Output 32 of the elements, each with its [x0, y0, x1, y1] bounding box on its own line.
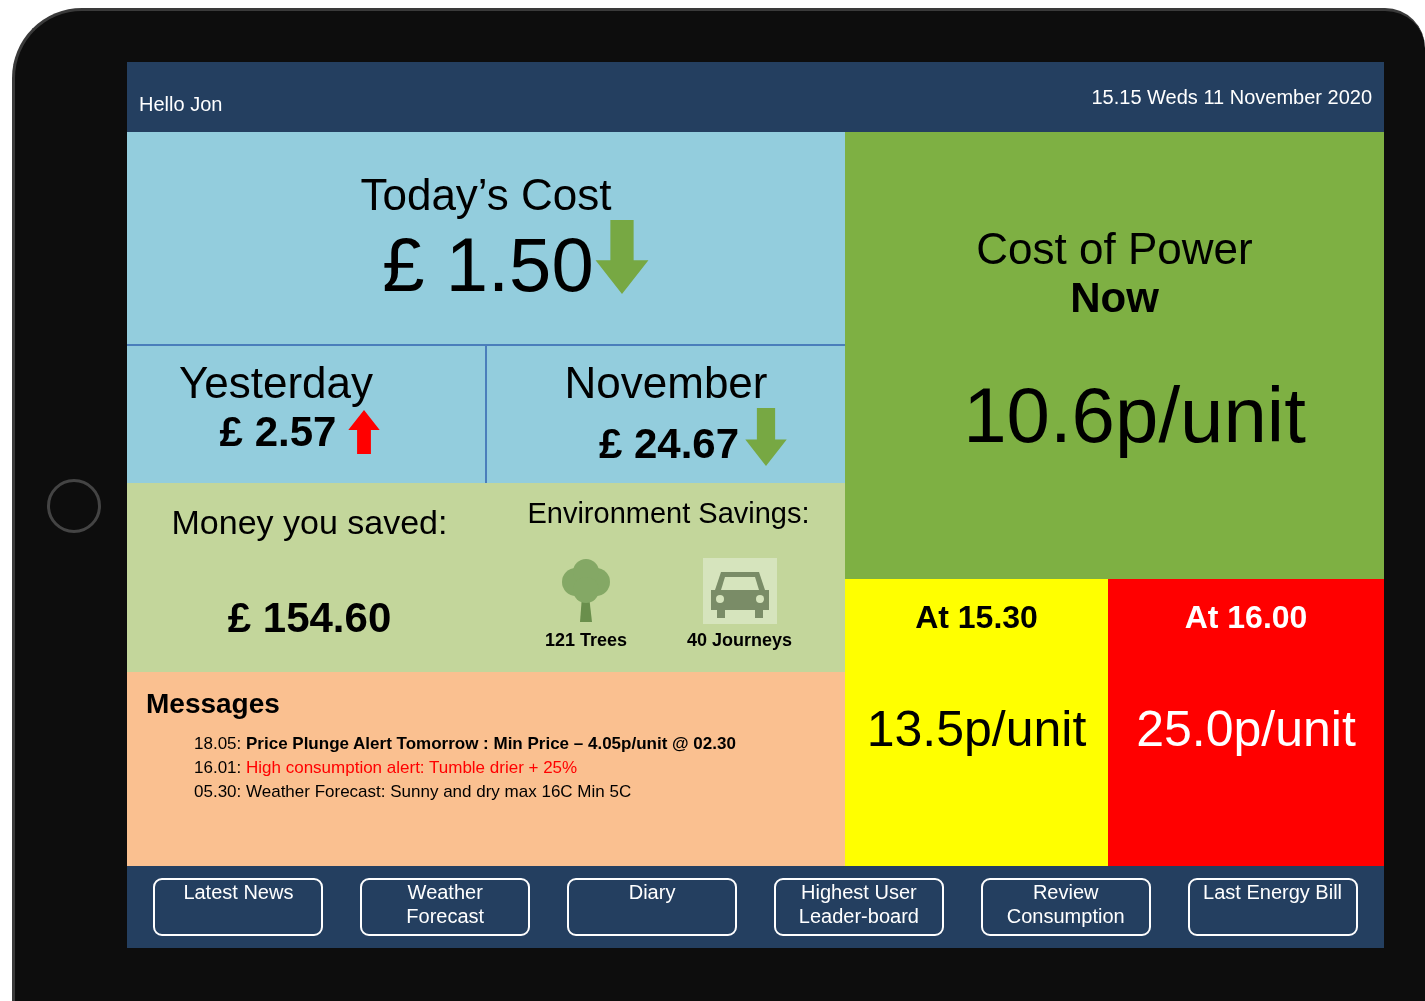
panel-title: Today’s Cost: [360, 170, 612, 220]
environment-label: 40 Journeys: [687, 630, 793, 651]
car-icon: [702, 558, 777, 624]
forecast-price: 13.5p/unit: [866, 700, 1087, 758]
nav-button[interactable]: Review Consumption: [980, 878, 1151, 936]
savings-amount: £ 154.60: [227, 594, 392, 642]
environment-label: 121 Trees: [544, 630, 627, 651]
message-line: 05.30: Weather Forecast: Sunny and dry max 16C Min 5C: [194, 782, 633, 802]
power-subtitle: Now: [1070, 274, 1159, 322]
nav-button[interactable]: Diary: [567, 878, 738, 936]
nav-button[interactable]: Highest User Leader-board: [773, 878, 944, 936]
period-amount: £ 2.57: [219, 408, 337, 456]
message-line: 16.01: High consumption alert: Tumble drier + 25%: [194, 758, 579, 778]
nav-button[interactable]: Last Energy Bill: [1187, 878, 1358, 936]
home-button[interactable]: [47, 479, 101, 533]
cost-amount: £ 1.50: [382, 221, 594, 308]
nav-button[interactable]: Weather Forecast: [360, 878, 531, 936]
greeting: Hello Jon: [139, 92, 223, 116]
forecast-time: At 16.00: [1184, 599, 1308, 636]
date-time: 15.15 Weds 11 November 2020: [1091, 85, 1372, 109]
savings-title: Money you saved:: [171, 503, 448, 542]
power-price: 10.6p/unit: [963, 370, 1306, 461]
messages-title: Messages: [146, 688, 281, 720]
forecast-price: 25.0p/unit: [1136, 700, 1356, 758]
forecast-time: At 15.30: [915, 599, 1038, 636]
period-label: Yesterday: [178, 358, 374, 408]
power-title: Cost of Power: [976, 224, 1253, 274]
environment-title: Environment Savings:: [527, 497, 810, 530]
nav-button[interactable]: Latest News: [153, 878, 324, 936]
period-label: November: [564, 358, 768, 408]
message-line: 18.05: Price Plunge Alert Tomorrow : Min Price – 4.05p/unit @ 02.30: [194, 734, 737, 754]
period-amount: £ 24.67: [598, 420, 740, 468]
